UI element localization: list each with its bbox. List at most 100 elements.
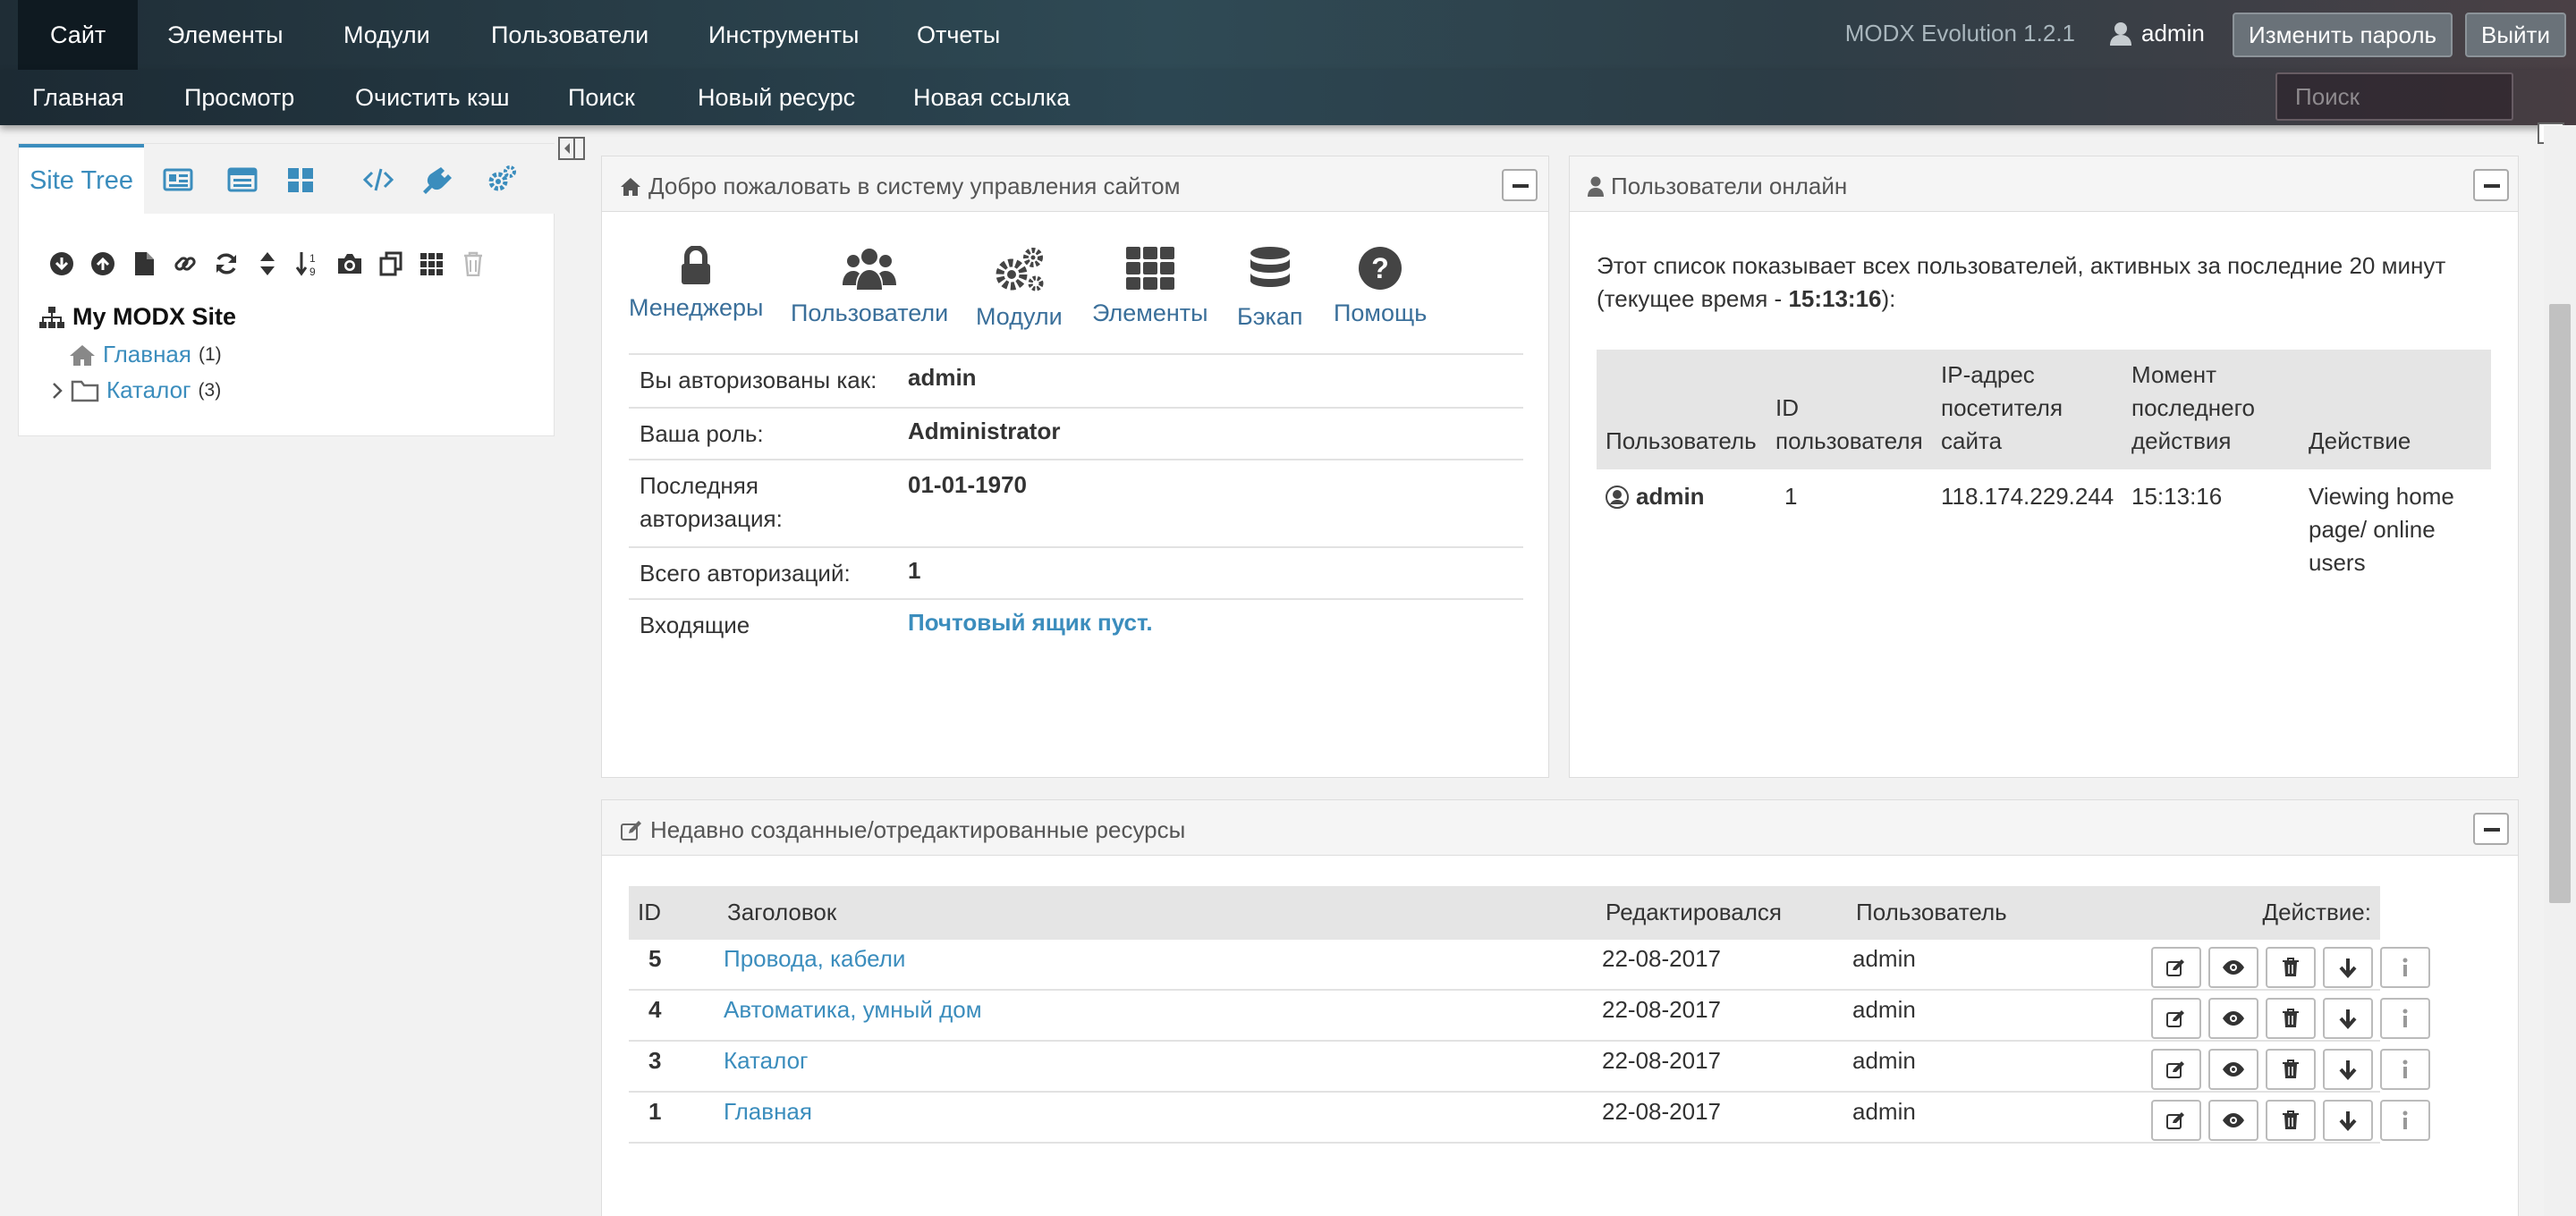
- table-row: admin 1 118.174.229.244 15:13:16 Viewing…: [1597, 469, 2491, 586]
- column-header: Заголовок: [727, 899, 837, 925]
- tab-tv-icon[interactable]: [226, 164, 258, 196]
- nav-reports[interactable]: Отчеты: [917, 0, 1000, 70]
- change-password-button[interactable]: Изменить пароль: [2233, 13, 2453, 57]
- tab-plugins-icon[interactable]: [423, 164, 455, 196]
- subnav-search[interactable]: Поиск: [568, 70, 635, 125]
- tree-tabs: Site Tree: [19, 144, 555, 215]
- username-label: admin: [2141, 20, 2205, 46]
- info-button[interactable]: [2380, 1049, 2430, 1090]
- nav-modules[interactable]: Модули: [343, 0, 430, 70]
- tab-templates-icon[interactable]: [162, 164, 194, 196]
- grid-icon[interactable]: [416, 248, 448, 280]
- online-user-cell: admin: [1606, 480, 1705, 513]
- user-menu[interactable]: admin: [2109, 20, 2205, 47]
- move-down-button[interactable]: [2323, 947, 2373, 988]
- edit-button[interactable]: [2151, 1100, 2201, 1141]
- info-label: Всего авторизаций:: [640, 560, 851, 587]
- online-user-ip: 118.174.229.244: [1941, 483, 2114, 510]
- scrollbar-thumb[interactable]: [2549, 304, 2571, 903]
- subnav-new-resource[interactable]: Новый ресурс: [698, 70, 855, 125]
- online-user-id: 1: [1784, 483, 1798, 510]
- edit-button[interactable]: [2151, 998, 2201, 1039]
- delete-button[interactable]: [2266, 1049, 2316, 1090]
- view-button[interactable]: [2208, 1100, 2258, 1141]
- move-down-button[interactable]: [2323, 1100, 2373, 1141]
- search-input[interactable]: Поиск: [2275, 72, 2513, 121]
- welcome-title-text: Добро пожаловать в систему управления са…: [648, 173, 1181, 199]
- chevron-right-icon[interactable]: [51, 381, 64, 401]
- move-down-button[interactable]: [2323, 998, 2373, 1039]
- sort-numeric-icon[interactable]: 19: [292, 248, 325, 280]
- delete-button[interactable]: [2266, 947, 2316, 988]
- logout-button[interactable]: Выйти: [2465, 13, 2566, 57]
- elements-shortcut[interactable]: Элементы: [1092, 246, 1208, 327]
- managers-shortcut[interactable]: Менеджеры: [629, 246, 763, 322]
- subnav-home[interactable]: Главная: [32, 70, 124, 125]
- sort-icon[interactable]: [251, 248, 284, 280]
- new-weblink-icon[interactable]: [169, 248, 201, 280]
- subnav-clear-cache[interactable]: Очистить кэш: [355, 70, 510, 125]
- resource-id: 4: [648, 996, 662, 1023]
- resource-title-link[interactable]: Автоматика, умный дом: [724, 996, 982, 1024]
- tree-node-count: (3): [198, 379, 222, 401]
- nav-site[interactable]: Сайт: [18, 0, 139, 70]
- subnav-preview[interactable]: Просмотр: [184, 70, 294, 125]
- edit-button[interactable]: [2151, 1049, 2201, 1090]
- online-user-name: admin: [1636, 483, 1705, 510]
- backup-shortcut[interactable]: Бэкап: [1237, 246, 1303, 331]
- delete-button[interactable]: [2266, 998, 2316, 1039]
- online-title-text: Пользователи онлайн: [1611, 173, 1848, 199]
- copy-icon[interactable]: [375, 248, 407, 280]
- info-label: Вы авторизованы как:: [640, 367, 877, 393]
- info-button[interactable]: [2380, 947, 2430, 988]
- info-value: 01-01-1970: [908, 471, 1027, 498]
- info-button[interactable]: [2380, 1100, 2430, 1141]
- online-description-text: Этот список показывает всех пользователе…: [1597, 252, 2446, 312]
- resource-title-link[interactable]: Провода, кабели: [724, 945, 905, 973]
- resource-title-link[interactable]: Главная: [724, 1098, 812, 1126]
- online-user-time: 15:13:16: [2131, 483, 2223, 510]
- minimize-button[interactable]: [2473, 813, 2509, 845]
- resource-id: 5: [648, 945, 662, 972]
- edit-icon: [620, 820, 643, 841]
- view-button[interactable]: [2208, 947, 2258, 988]
- tree-node-catalog[interactable]: Каталог (3): [51, 376, 221, 404]
- expand-tree-icon[interactable]: [46, 248, 78, 280]
- help-shortcut[interactable]: ? Помощь: [1334, 246, 1427, 327]
- inbox-link[interactable]: Почтовый ящик пуст.: [908, 609, 1153, 637]
- info-label: Ваша роль:: [640, 420, 764, 447]
- tab-modules-cogs-icon[interactable]: [486, 164, 518, 196]
- tab-chunks-icon[interactable]: [284, 164, 317, 196]
- resource-edit-date: 22-08-2017: [1602, 1047, 1721, 1074]
- new-document-icon[interactable]: [128, 248, 160, 280]
- tab-snippets-code-icon[interactable]: [362, 164, 394, 196]
- nav-users[interactable]: Пользователи: [491, 0, 648, 70]
- modules-shortcut[interactable]: Модули: [976, 246, 1063, 331]
- collapse-tree-icon[interactable]: [87, 248, 119, 280]
- view-button[interactable]: [2208, 998, 2258, 1039]
- trash-icon[interactable]: [457, 248, 489, 280]
- move-down-button[interactable]: [2323, 1049, 2373, 1090]
- minimize-button[interactable]: [1502, 169, 1538, 201]
- resource-title-link[interactable]: Каталог: [724, 1047, 809, 1075]
- welcome-panel-header: Добро пожаловать в систему управления са…: [602, 156, 1548, 212]
- camera-icon[interactable]: [334, 248, 366, 280]
- nav-elements[interactable]: Элементы: [167, 0, 284, 70]
- edit-button[interactable]: [2151, 947, 2201, 988]
- view-button[interactable]: [2208, 1049, 2258, 1090]
- resource-user: admin: [1852, 1098, 1916, 1125]
- tree-root[interactable]: My MODX Site: [38, 303, 236, 331]
- nav-tools[interactable]: Инструменты: [708, 0, 859, 70]
- toggle-sidebar-icon[interactable]: [558, 136, 585, 161]
- minimize-button[interactable]: [2473, 169, 2509, 201]
- online-table-header: Пользователь ID пользователя IP-адрес по…: [1597, 350, 2491, 469]
- info-button[interactable]: [2380, 998, 2430, 1039]
- subnav-new-link[interactable]: Новая ссылка: [913, 70, 1070, 125]
- table-row: 5 Провода, кабели 22-08-2017 admin: [629, 940, 2430, 991]
- refresh-icon[interactable]: [210, 248, 242, 280]
- page-scrollbar[interactable]: [2544, 125, 2576, 1216]
- tree-node-home[interactable]: Главная (1): [69, 341, 222, 368]
- delete-button[interactable]: [2266, 1100, 2316, 1141]
- tab-site-tree[interactable]: Site Tree: [19, 144, 144, 215]
- users-shortcut[interactable]: Пользователи: [791, 246, 948, 327]
